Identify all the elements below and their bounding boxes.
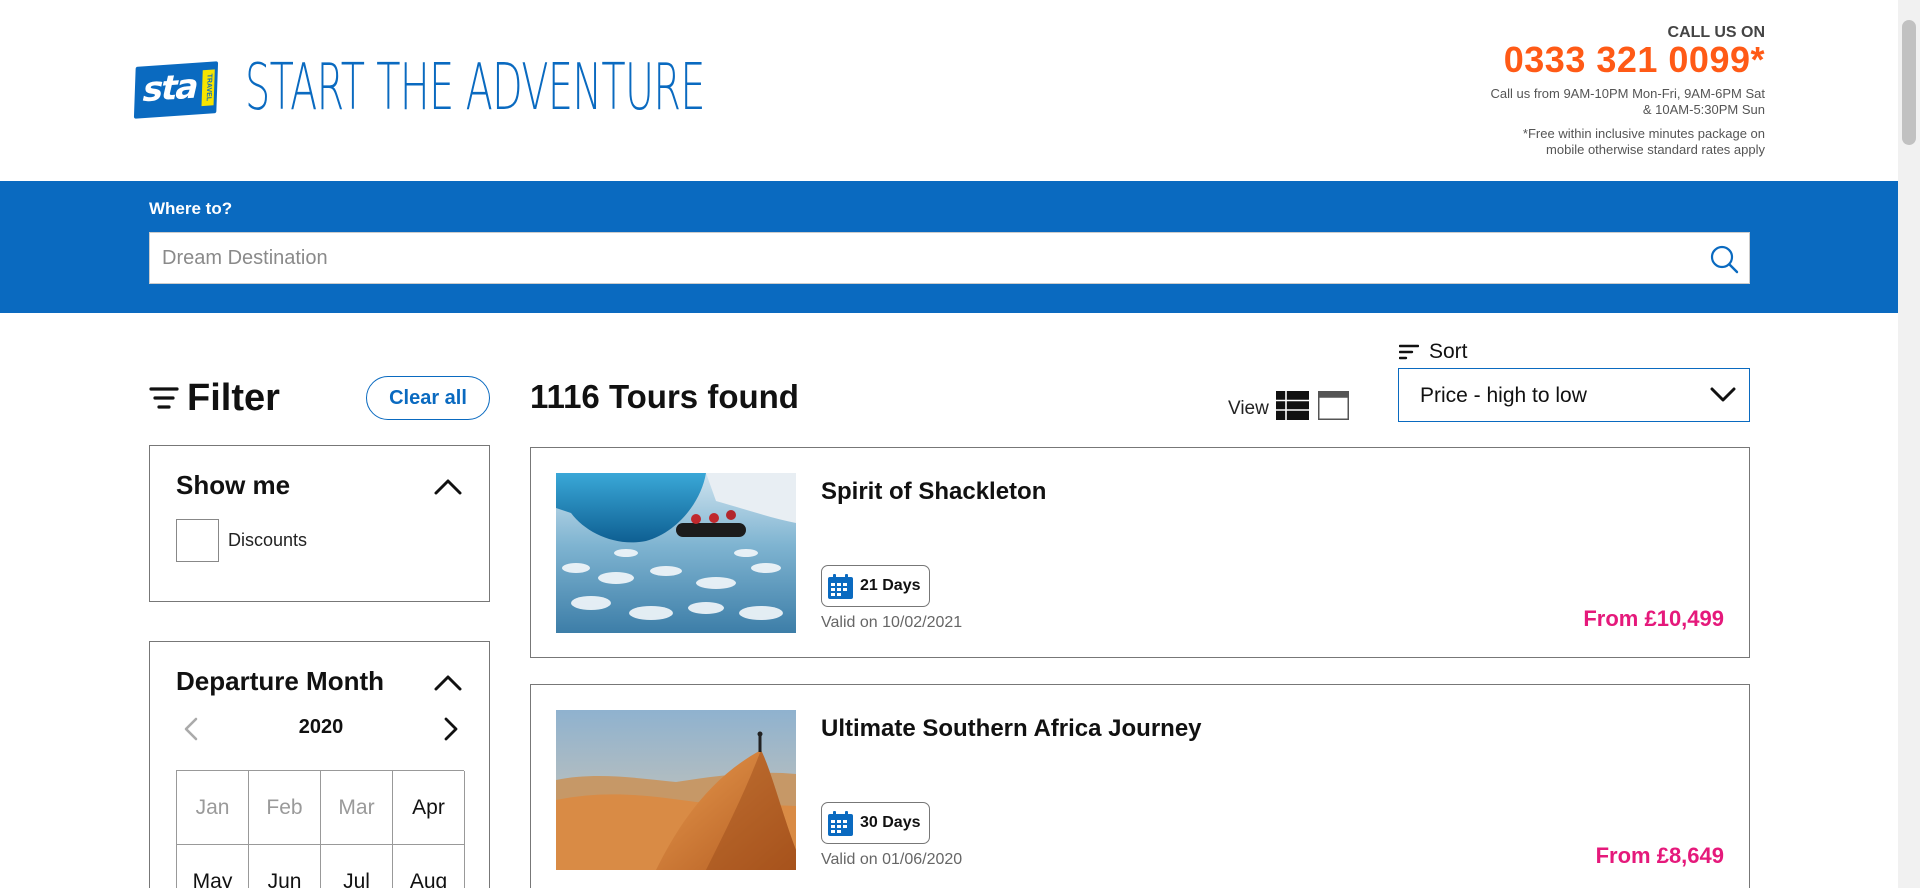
call-note-line-1: *Free within inclusive minutes package o… <box>1522 126 1765 141</box>
departure-month-panel: Departure Month 2020 Jan Feb Mar Apr May… <box>149 641 490 888</box>
show-me-title: Show me <box>176 470 291 500</box>
search-label: Where to? <box>149 199 233 218</box>
call-hours: Call us from 9AM-10PM Mon-Fri, 9AM-6PM S… <box>1445 86 1765 118</box>
month-apr[interactable]: Apr <box>393 771 465 845</box>
view-label: View <box>1228 398 1269 419</box>
tour-title[interactable]: Spirit of Shackleton <box>821 478 1046 506</box>
month-jan: Jan <box>177 771 249 845</box>
duration-badge: 21 Days <box>821 565 930 607</box>
logo-text: sta <box>142 66 198 111</box>
discounts-checkbox[interactable] <box>176 519 219 562</box>
call-note-line-2: mobile otherwise standard rates apply <box>1546 142 1765 157</box>
phone-number[interactable]: 0333 321 0099* <box>1445 42 1765 78</box>
card-view-icon[interactable] <box>1318 391 1349 420</box>
duration-badge: 30 Days <box>821 802 930 844</box>
page-scrollbar[interactable] <box>1898 0 1920 888</box>
list-view-icon[interactable] <box>1276 391 1309 420</box>
departure-month-title: Departure Month <box>176 666 384 696</box>
results-count: 1116 Tours found <box>530 378 799 415</box>
filter-title: Filter <box>187 376 280 419</box>
sort-icon <box>1399 344 1419 360</box>
tour-image-desert[interactable] <box>556 710 796 870</box>
call-note: *Free within inclusive minutes package o… <box>1445 126 1765 158</box>
tour-image-antarctica[interactable] <box>556 473 796 633</box>
discounts-label: Discounts <box>228 530 308 550</box>
clear-all-button[interactable]: Clear all <box>366 376 490 420</box>
tour-card[interactable]: Spirit of Shackleton 21 Days Valid on 10… <box>530 447 1750 658</box>
duration-text: 21 Days <box>860 577 921 594</box>
calendar-icon <box>828 810 853 836</box>
sort-header: Sort <box>1399 340 1468 364</box>
call-us-block: CALL US ON 0333 321 0099* Call us from 9… <box>1445 24 1765 158</box>
search-box <box>149 232 1750 284</box>
month-aug[interactable]: Aug <box>393 845 465 888</box>
chevron-up-icon[interactable] <box>433 476 463 496</box>
logo-sub: TRAVEL <box>201 69 215 107</box>
tour-price: From £10,499 <box>1583 606 1724 631</box>
tagline: START THE ADVENTURE <box>245 51 705 125</box>
valid-date: Valid on 10/02/2021 <box>821 614 963 631</box>
year-label: 2020 <box>298 716 344 738</box>
site-header: sta TRAVEL START THE ADVENTURE CALL US O… <box>0 0 1898 181</box>
sort-value: Price - high to low <box>1420 384 1587 407</box>
sta-travel-logo[interactable]: sta TRAVEL <box>133 61 219 119</box>
chevron-right-icon[interactable] <box>440 716 462 742</box>
search-icon[interactable] <box>1709 244 1739 274</box>
call-hours-line-2: & 10AM-5:30PM Sun <box>1642 102 1765 117</box>
sort-select[interactable]: Price - high to low <box>1398 368 1750 422</box>
filter-header: Filter <box>149 374 280 422</box>
month-mar: Mar <box>321 771 393 845</box>
filter-icon <box>149 387 179 409</box>
month-feb: Feb <box>249 771 321 845</box>
chevron-up-icon[interactable] <box>433 672 463 692</box>
month-grid: Jan Feb Mar Apr May Jun Jul Aug <box>176 770 465 888</box>
search-band: Where to? <box>0 181 1898 313</box>
duration-text: 30 Days <box>860 814 921 831</box>
tour-price: From £8,649 <box>1595 843 1724 868</box>
calendar-icon <box>828 573 853 599</box>
destination-search-input[interactable] <box>162 233 1692 283</box>
tour-title[interactable]: Ultimate Southern Africa Journey <box>821 715 1202 743</box>
scrollbar-thumb[interactable] <box>1902 20 1916 145</box>
month-jun[interactable]: Jun <box>249 845 321 888</box>
sort-label: Sort <box>1429 340 1468 363</box>
month-jul[interactable]: Jul <box>321 845 393 888</box>
month-may[interactable]: May <box>177 845 249 888</box>
year-selector: 2020 <box>176 710 466 746</box>
valid-date: Valid on 01/06/2020 <box>821 851 963 868</box>
call-hours-line-1: Call us from 9AM-10PM Mon-Fri, 9AM-6PM S… <box>1490 86 1765 101</box>
tour-card[interactable]: Ultimate Southern Africa Journey 30 Days… <box>530 684 1750 888</box>
show-me-panel: Show me Discounts <box>149 445 490 602</box>
chevron-down-icon <box>1710 387 1736 402</box>
